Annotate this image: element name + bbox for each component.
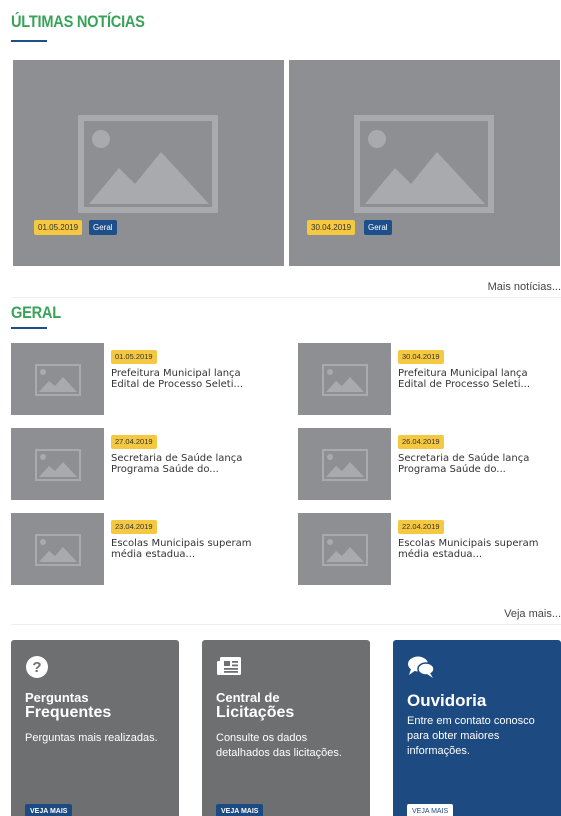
card-title-line2: Licitações bbox=[216, 704, 295, 721]
ombudsman-see-more-button[interactable]: VEJA MAIS bbox=[407, 804, 454, 816]
news-thumbnail[interactable] bbox=[298, 513, 391, 585]
news-title-link[interactable]: Prefeitura Municipal lança Edital de Pro… bbox=[398, 368, 558, 390]
image-placeholder-icon bbox=[354, 115, 494, 213]
question-circle-icon: ? bbox=[25, 655, 49, 683]
news-date-badge: 30.04.2019 bbox=[398, 350, 444, 364]
news-date-badge: 01.05.2019 bbox=[111, 350, 157, 364]
card-description: Consulte os dados detalhados das licitaç… bbox=[216, 732, 342, 759]
news-title-link[interactable]: Secretaria de Saúde lança Programa Saúde… bbox=[111, 453, 271, 475]
news-title-link[interactable]: Secretaria de Saúde lança Programa Saúde… bbox=[398, 453, 558, 475]
news-list-item[interactable]: 22.04.2019 Escolas Municipais superam méd… bbox=[298, 513, 561, 585]
bidding-see-more-button[interactable]: VEJA MAIS bbox=[216, 804, 264, 816]
image-placeholder-icon bbox=[35, 449, 81, 481]
bidding-card[interactable]: Central de Licitações Consulte os dados … bbox=[202, 640, 370, 816]
card-title-line1: Ouvidoria bbox=[407, 691, 487, 710]
svg-text:?: ? bbox=[32, 659, 41, 676]
slide-category-badge[interactable]: Geral bbox=[364, 220, 392, 235]
news-thumbnail[interactable] bbox=[298, 428, 391, 500]
card-title-line2: Frequentes bbox=[25, 704, 112, 721]
slide-category-badge[interactable]: Geral bbox=[89, 220, 117, 235]
news-list-item[interactable]: 23.04.2019 Escolas Municipais superam méd… bbox=[11, 513, 276, 585]
image-placeholder-icon bbox=[35, 364, 81, 396]
image-placeholder-icon bbox=[322, 364, 368, 396]
image-placeholder-icon bbox=[322, 449, 368, 481]
slide-date-badge: 30.04.2019 bbox=[307, 220, 356, 235]
card-title: Central de Licitações bbox=[216, 691, 294, 721]
card-title: Perguntas Frequentes bbox=[25, 691, 111, 721]
geral-underline bbox=[11, 327, 47, 329]
news-title-link[interactable]: Prefeitura Municipal lança Edital de Pro… bbox=[111, 368, 271, 390]
image-placeholder-icon bbox=[35, 534, 81, 566]
news-thumbnail[interactable] bbox=[11, 428, 104, 500]
ombudsman-card[interactable]: Ouvidoria Entre em contato conosco para … bbox=[393, 640, 561, 816]
see-more-link[interactable]: Veja mais... bbox=[504, 608, 561, 620]
news-list-item[interactable]: 27.04.2019 Secretaria de Saúde lança Prog… bbox=[11, 428, 276, 500]
news-title-link[interactable]: Escolas Municipais superam média estadua… bbox=[111, 538, 271, 560]
news-thumbnail[interactable] bbox=[298, 343, 391, 415]
card-description: Entre em contato conosco para obter maio… bbox=[407, 715, 535, 757]
image-placeholder-icon bbox=[322, 534, 368, 566]
section-divider bbox=[11, 297, 561, 298]
news-date-badge: 26.04.2019 bbox=[398, 435, 444, 449]
news-list-item[interactable]: 26.04.2019 Secretaria de Saúde lança Prog… bbox=[298, 428, 561, 500]
geral-heading: GERAL bbox=[11, 303, 61, 322]
news-thumbnail[interactable] bbox=[11, 513, 104, 585]
section-divider bbox=[11, 624, 561, 625]
chat-bubbles-icon bbox=[407, 655, 435, 683]
news-thumbnail[interactable] bbox=[11, 343, 104, 415]
news-list-item[interactable]: 01.05.2019 Prefeitura Municipal lança Edi… bbox=[11, 343, 276, 415]
hero-slide-2[interactable]: 30.04.2019 Geral bbox=[289, 60, 560, 266]
faq-see-more-button[interactable]: VEJA MAIS bbox=[25, 804, 73, 816]
card-title-line1: Perguntas bbox=[25, 690, 89, 705]
news-date-badge: 27.04.2019 bbox=[111, 435, 157, 449]
news-list-item[interactable]: 30.04.2019 Prefeitura Municipal lança Edi… bbox=[298, 343, 561, 415]
faq-card[interactable]: ? Perguntas Frequentes Perguntas mais re… bbox=[11, 640, 179, 816]
news-title-link[interactable]: Escolas Municipais superam média estadua… bbox=[398, 538, 558, 560]
slide-date-badge: 01.05.2019 bbox=[34, 220, 83, 235]
latest-news-heading: ÚLTIMAS NOTÍCIAS bbox=[11, 12, 145, 31]
card-title-line1: Central de bbox=[216, 690, 280, 705]
card-description: Perguntas mais realizadas. bbox=[25, 732, 158, 744]
card-title: Ouvidoria bbox=[407, 692, 486, 710]
image-placeholder-icon bbox=[78, 115, 218, 213]
news-date-badge: 23.04.2019 bbox=[111, 520, 157, 534]
newspaper-icon bbox=[216, 655, 242, 681]
more-news-link[interactable]: Mais notícias... bbox=[488, 281, 561, 293]
news-date-badge: 22.04.2019 bbox=[398, 520, 444, 534]
hero-slide-1[interactable]: 01.05.2019 Geral bbox=[13, 60, 284, 266]
latest-news-underline bbox=[11, 40, 47, 42]
